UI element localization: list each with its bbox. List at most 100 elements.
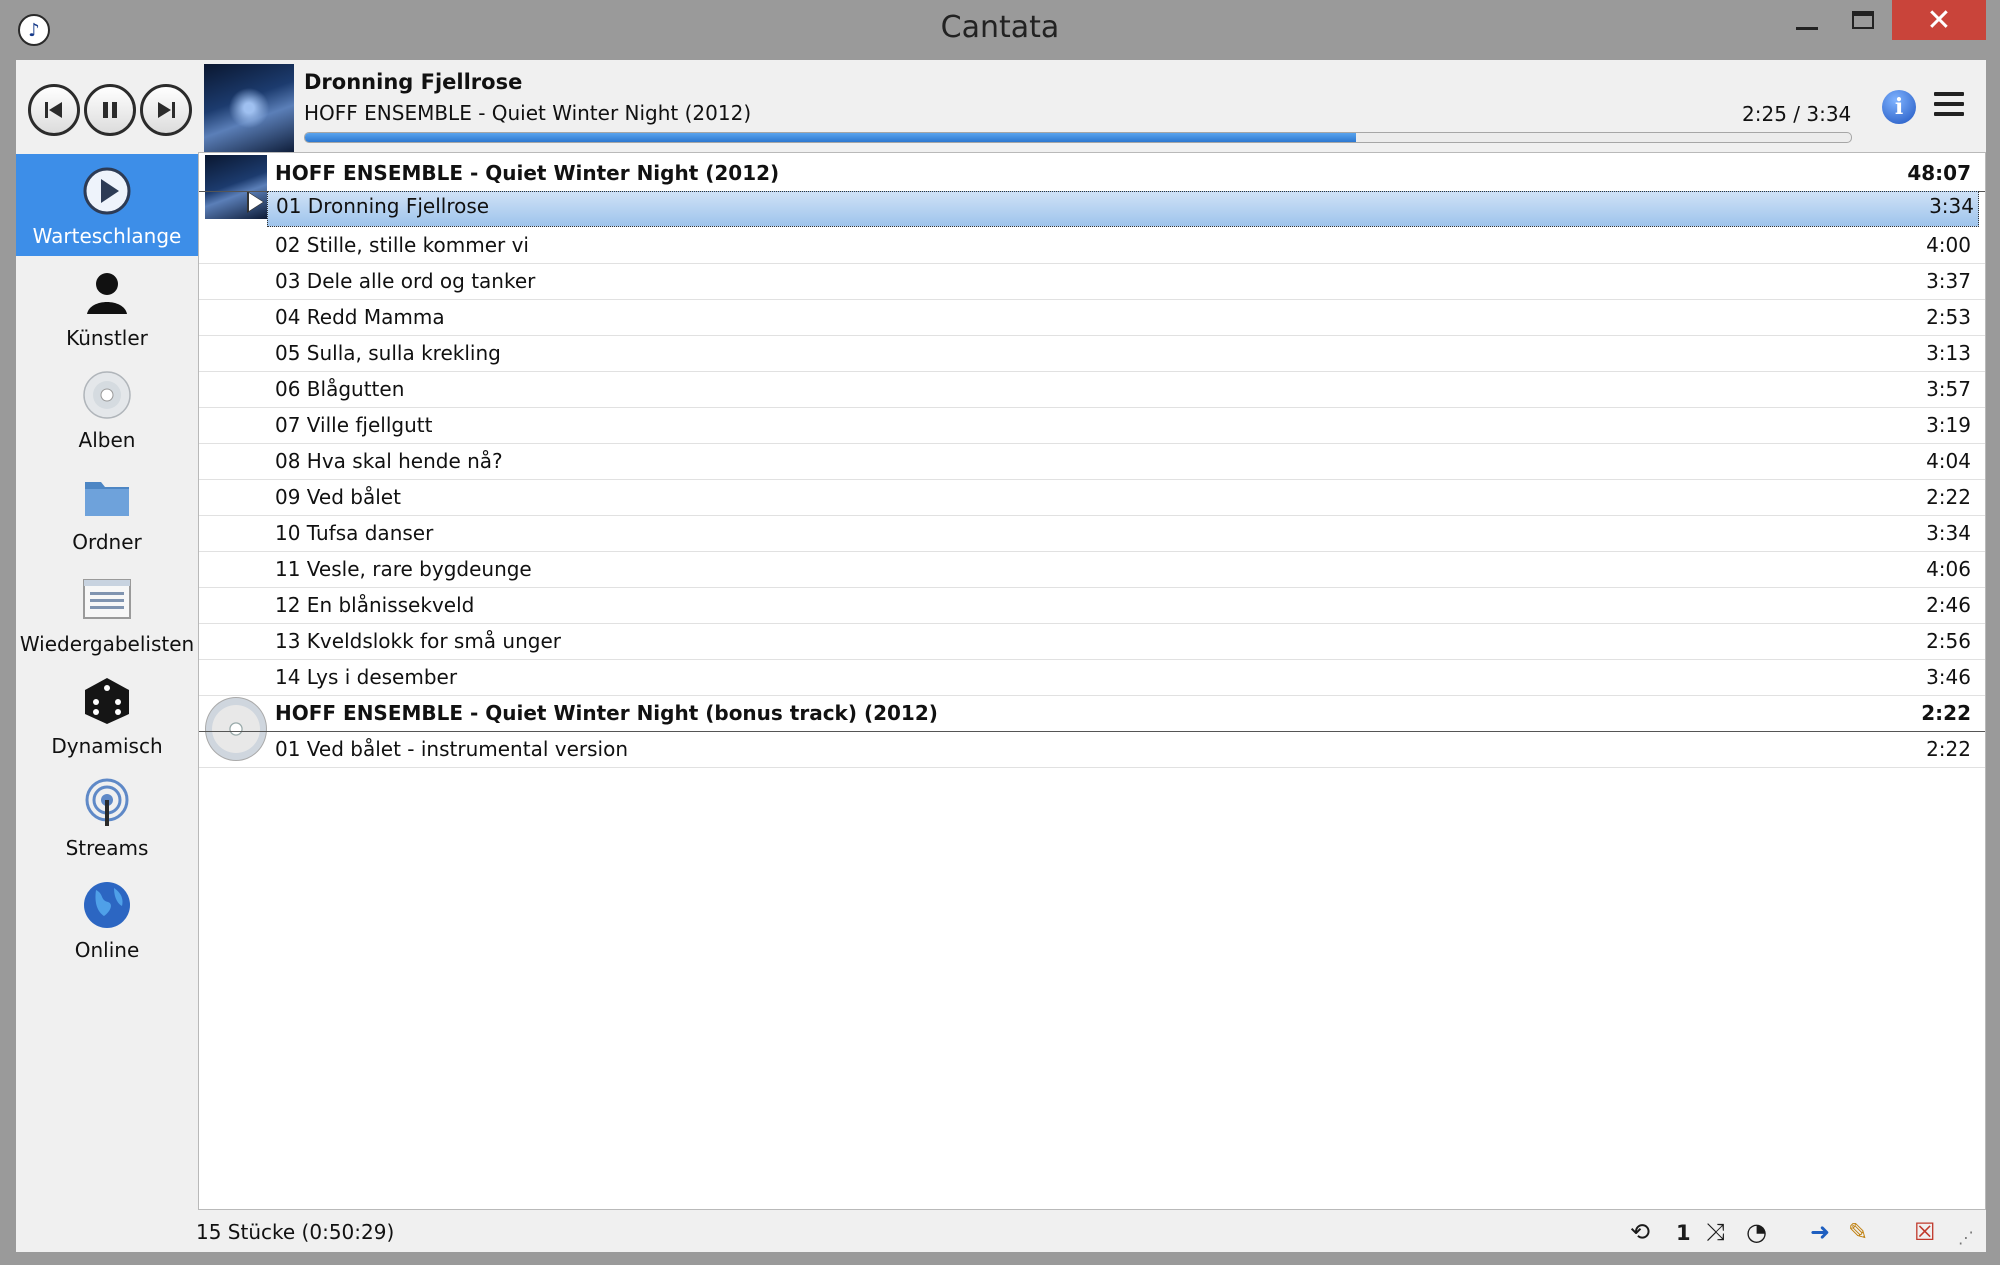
title-bar: ♪ Cantata ✕ bbox=[0, 0, 2000, 60]
track-title: 09 Ved bålet bbox=[275, 485, 401, 509]
track-row[interactable]: 09 Ved bålet 2:22 bbox=[199, 479, 1985, 516]
main-window: ♪ Cantata ✕ Dronning Fjellrose HOFF ENSE… bbox=[0, 0, 2000, 1265]
sidebar-item-label: Alben bbox=[78, 428, 136, 452]
dice-icon bbox=[85, 678, 129, 724]
track-duration: 2:22 bbox=[1926, 485, 1971, 509]
track-duration: 4:06 bbox=[1926, 557, 1971, 581]
playlist-summary: 15 Stücke (0:50:29) bbox=[196, 1220, 395, 1244]
album-group-title: HOFF ENSEMBLE - Quiet Winter Night (2012… bbox=[275, 161, 780, 185]
sidebar-item-wiedergabelisten[interactable]: Wiedergabelisten bbox=[16, 562, 198, 664]
track-duration: 2:53 bbox=[1926, 305, 1971, 329]
play-queue-list[interactable]: HOFF ENSEMBLE - Quiet Winter Night (2012… bbox=[198, 152, 1986, 1210]
main-menu-button[interactable] bbox=[1934, 92, 1964, 122]
sidebar-item-label: Wiedergabelisten bbox=[19, 632, 195, 656]
track-row[interactable]: 01 Ved bålet - instrumental version 2:22 bbox=[199, 731, 1985, 768]
next-track-icon bbox=[158, 102, 175, 118]
track-duration: 3:19 bbox=[1926, 413, 1971, 437]
stream-icon bbox=[85, 778, 129, 826]
album-group-total: 48:07 bbox=[1907, 161, 1971, 185]
track-row[interactable]: 10 Tufsa danser 3:34 bbox=[199, 515, 1985, 552]
playlist-icon bbox=[83, 579, 131, 619]
track-row[interactable]: 11 Vesle, rare bygdeunge 4:06 bbox=[199, 551, 1985, 588]
menu-icon-line bbox=[1934, 102, 1964, 106]
sidebar-item-label: Online bbox=[74, 938, 140, 962]
track-title: 10 Tufsa danser bbox=[275, 521, 434, 545]
track-duration: 3:57 bbox=[1926, 377, 1971, 401]
track-row[interactable]: 07 Ville fjellgutt 3:19 bbox=[199, 407, 1985, 444]
previous-track-icon bbox=[45, 102, 62, 118]
previous-track-button[interactable] bbox=[28, 84, 80, 136]
track-row[interactable]: 12 En blånissekveld 2:46 bbox=[199, 587, 1985, 624]
track-row-playing[interactable]: 01 Dronning Fjellrose 3:34 bbox=[267, 191, 1979, 227]
sidebar-item-online[interactable]: Online bbox=[16, 868, 198, 970]
pause-icon bbox=[103, 102, 117, 118]
track-row[interactable]: 06 Blågutten 3:57 bbox=[199, 371, 1985, 408]
now-playing-title: Dronning Fjellrose bbox=[304, 70, 523, 94]
menu-icon-line bbox=[1934, 112, 1964, 116]
cd-icon bbox=[83, 371, 131, 419]
track-duration: 2:46 bbox=[1926, 593, 1971, 617]
edit-playlist-icon[interactable]: ✎ bbox=[1848, 1218, 1868, 1246]
track-row[interactable]: 08 Hva skal hende nå? 4:04 bbox=[199, 443, 1985, 480]
close-button[interactable]: ✕ bbox=[1892, 0, 1986, 40]
track-row[interactable]: 05 Sulla, sulla krekling 3:13 bbox=[199, 335, 1985, 372]
maximize-button[interactable] bbox=[1834, 0, 1892, 40]
sidebar-item-alben[interactable]: Alben bbox=[16, 358, 198, 460]
track-duration: 4:04 bbox=[1926, 449, 1971, 473]
sidebar: Warteschlange Künstler Alben Ordner Wied… bbox=[16, 152, 198, 1230]
track-title: 01 Dronning Fjellrose bbox=[276, 194, 490, 218]
resize-grip-icon[interactable]: ⋰ bbox=[1958, 1228, 1974, 1247]
repeat-icon[interactable]: ⟲ bbox=[1630, 1218, 1650, 1246]
window-title: Cantata bbox=[940, 10, 1060, 45]
sidebar-item-label: Warteschlange bbox=[32, 224, 182, 248]
track-title: 12 En blånissekveld bbox=[275, 593, 475, 617]
track-row[interactable]: 14 Lys i desember 3:46 bbox=[199, 659, 1985, 696]
position-slider[interactable] bbox=[304, 132, 1852, 143]
sidebar-item-streams[interactable]: Streams bbox=[16, 766, 198, 868]
track-row[interactable]: 03 Dele alle ord og tanker 3:37 bbox=[199, 263, 1985, 300]
client-area: Dronning Fjellrose HOFF ENSEMBLE - Quiet… bbox=[16, 60, 1986, 1252]
track-title: 01 Ved bålet - instrumental version bbox=[275, 737, 628, 761]
clear-playlist-icon[interactable]: ☒ bbox=[1914, 1218, 1936, 1246]
album-cover[interactable] bbox=[204, 64, 294, 154]
track-title: 06 Blågutten bbox=[275, 377, 405, 401]
track-title: 11 Vesle, rare bygdeunge bbox=[275, 557, 532, 581]
info-button[interactable]: i bbox=[1882, 90, 1916, 124]
play-queue-icon bbox=[83, 167, 131, 215]
minimize-button[interactable] bbox=[1778, 0, 1836, 40]
cover-artwork bbox=[214, 84, 284, 144]
track-title: 08 Hva skal hende nå? bbox=[275, 449, 503, 473]
track-row[interactable]: 04 Redd Mamma 2:53 bbox=[199, 299, 1985, 336]
globe-icon bbox=[84, 882, 130, 928]
album-group-header[interactable]: HOFF ENSEMBLE - Quiet Winter Night (2012… bbox=[199, 155, 1985, 192]
now-playing-time: 2:25 / 3:34 bbox=[1742, 102, 1852, 126]
track-title: 14 Lys i desember bbox=[275, 665, 458, 689]
artist-icon bbox=[87, 273, 127, 314]
single-icon[interactable]: 1 bbox=[1676, 1221, 1691, 1245]
next-track-button[interactable] bbox=[140, 84, 192, 136]
track-title: 03 Dele alle ord og tanker bbox=[275, 269, 536, 293]
shuffle-icon[interactable]: ⤨ bbox=[1706, 1218, 1725, 1246]
track-duration: 3:37 bbox=[1926, 269, 1971, 293]
sidebar-item-dynamisch[interactable]: Dynamisch bbox=[16, 664, 198, 766]
track-duration: 3:34 bbox=[1929, 194, 1974, 218]
track-row[interactable]: 02 Stille, stille kommer vi 4:00 bbox=[199, 227, 1985, 264]
track-duration: 2:22 bbox=[1926, 737, 1971, 761]
sidebar-item-kuenstler[interactable]: Künstler bbox=[16, 256, 198, 358]
position-slider-fill bbox=[305, 133, 1357, 142]
minimize-icon bbox=[1796, 26, 1818, 30]
sidebar-item-label: Dynamisch bbox=[51, 734, 163, 758]
album-group-title: HOFF ENSEMBLE - Quiet Winter Night (bonu… bbox=[275, 701, 938, 725]
go-to-current-icon[interactable]: ➜ bbox=[1810, 1218, 1830, 1246]
consume-icon[interactable]: ◔ bbox=[1746, 1218, 1767, 1246]
album-group-total: 2:22 bbox=[1921, 701, 1971, 725]
album-group-header[interactable]: HOFF ENSEMBLE - Quiet Winter Night (bonu… bbox=[199, 695, 1985, 732]
sidebar-item-warteschlange[interactable]: Warteschlange bbox=[16, 154, 198, 256]
track-duration: 2:56 bbox=[1926, 629, 1971, 653]
menu-icon-line bbox=[1934, 92, 1964, 96]
pause-button[interactable] bbox=[84, 84, 136, 136]
folder-icon bbox=[85, 482, 129, 516]
track-row[interactable]: 13 Kveldslokk for små unger 2:56 bbox=[199, 623, 1985, 660]
track-duration: 3:13 bbox=[1926, 341, 1971, 365]
sidebar-item-ordner[interactable]: Ordner bbox=[16, 460, 198, 562]
